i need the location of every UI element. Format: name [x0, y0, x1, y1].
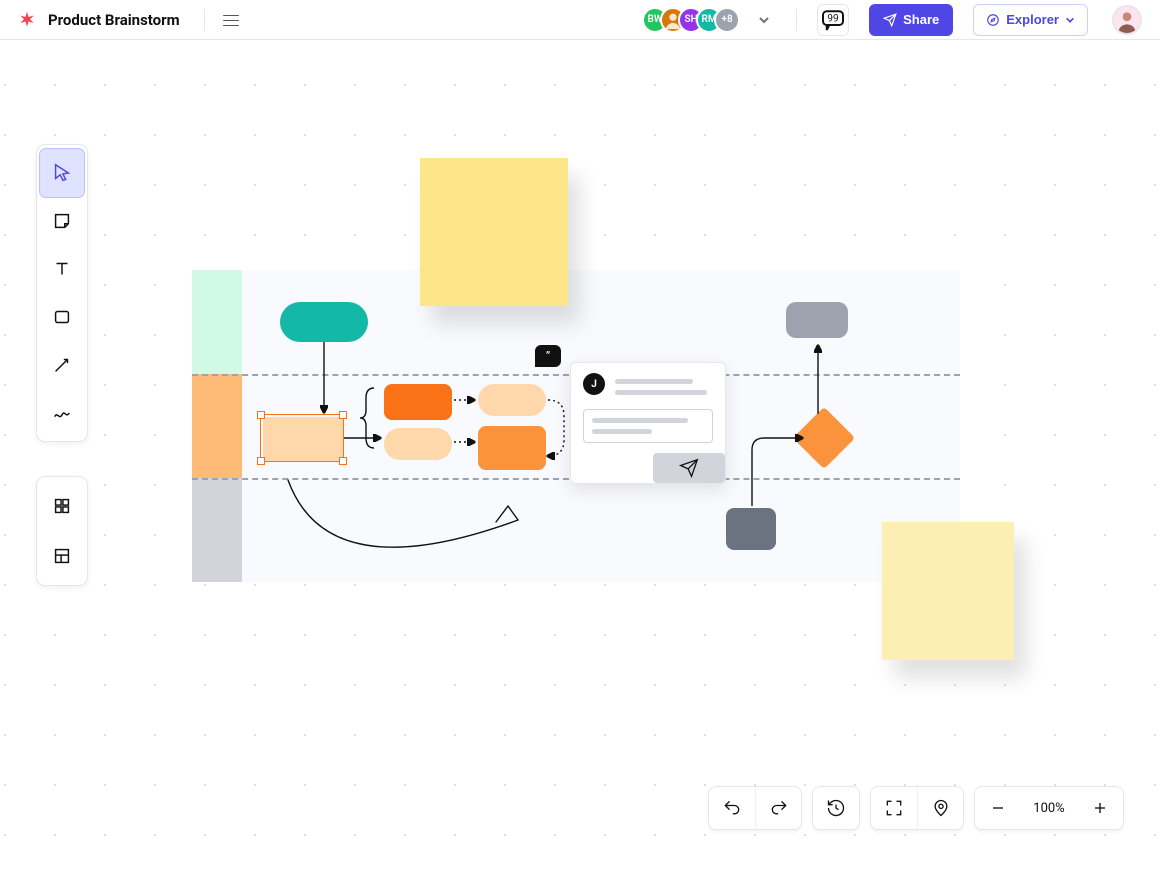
view-group	[870, 786, 964, 830]
menu-icon[interactable]	[223, 13, 239, 27]
comments-button[interactable]: 99	[817, 4, 849, 36]
comment-bubble-icon: ”	[535, 345, 561, 367]
comment-avatar: J	[583, 373, 605, 395]
resize-handle[interactable]	[339, 411, 347, 419]
document-title[interactable]: Product Brainstorm	[48, 11, 180, 29]
sticky-note[interactable]	[882, 522, 1014, 660]
history-group	[708, 786, 802, 830]
profile-avatar[interactable]	[1112, 5, 1142, 35]
history-restore	[812, 786, 860, 830]
shape-rect	[263, 417, 343, 461]
share-button[interactable]: Share	[869, 4, 953, 36]
shape-pill[interactable]	[384, 428, 452, 460]
redo-button[interactable]	[755, 787, 801, 829]
svg-text:99: 99	[827, 13, 838, 24]
shape-rect[interactable]	[384, 384, 452, 420]
logo-icon	[18, 11, 36, 29]
text-placeholder	[615, 390, 707, 395]
view-controls: 100%	[708, 786, 1124, 830]
shape-rect[interactable]	[478, 426, 546, 470]
comment-input[interactable]	[583, 409, 713, 443]
lane-2	[192, 374, 242, 478]
tool-sticky[interactable]	[40, 197, 84, 245]
tool-select[interactable]	[40, 149, 84, 197]
explorer-label: Explorer	[1006, 12, 1059, 27]
collaborator-avatars[interactable]: BW SH RM +8	[642, 7, 740, 33]
resize-handle[interactable]	[257, 411, 265, 419]
fullscreen-button[interactable]	[871, 787, 917, 829]
text-placeholder	[592, 429, 652, 434]
zoom-level[interactable]: 100%	[1021, 801, 1077, 816]
comment-card[interactable]: ” J	[570, 362, 726, 484]
shape-rect[interactable]	[726, 508, 776, 550]
share-label: Share	[903, 12, 939, 27]
zoom-in-button[interactable]	[1077, 787, 1123, 829]
comment-send-button[interactable]	[653, 453, 725, 483]
explorer-button[interactable]: Explorer	[973, 4, 1088, 36]
zoom-out-button[interactable]	[975, 787, 1021, 829]
divider	[204, 9, 205, 31]
text-placeholder	[615, 379, 693, 384]
locate-button[interactable]	[917, 787, 963, 829]
undo-button[interactable]	[709, 787, 755, 829]
shape-terminal[interactable]	[280, 302, 368, 342]
chevron-down-icon[interactable]	[758, 14, 770, 26]
shape-rect[interactable]	[786, 302, 848, 338]
divider	[796, 9, 797, 31]
avatar-overflow[interactable]: +8	[714, 7, 740, 33]
shape-pill[interactable]	[478, 384, 546, 416]
sticky-note[interactable]	[420, 158, 568, 306]
canvas[interactable]: ” J 100%	[0, 40, 1160, 870]
shape-decision[interactable]	[793, 407, 855, 469]
resize-handle[interactable]	[257, 457, 265, 465]
top-bar: Product Brainstorm BW SH RM +8 99 Share …	[0, 0, 1160, 40]
text-placeholder	[592, 418, 688, 423]
lane-3	[192, 478, 242, 582]
zoom-group: 100%	[974, 786, 1124, 830]
history-button[interactable]	[813, 787, 859, 829]
lane-1	[192, 270, 242, 374]
selected-shape[interactable]	[260, 414, 344, 462]
resize-handle[interactable]	[339, 457, 347, 465]
